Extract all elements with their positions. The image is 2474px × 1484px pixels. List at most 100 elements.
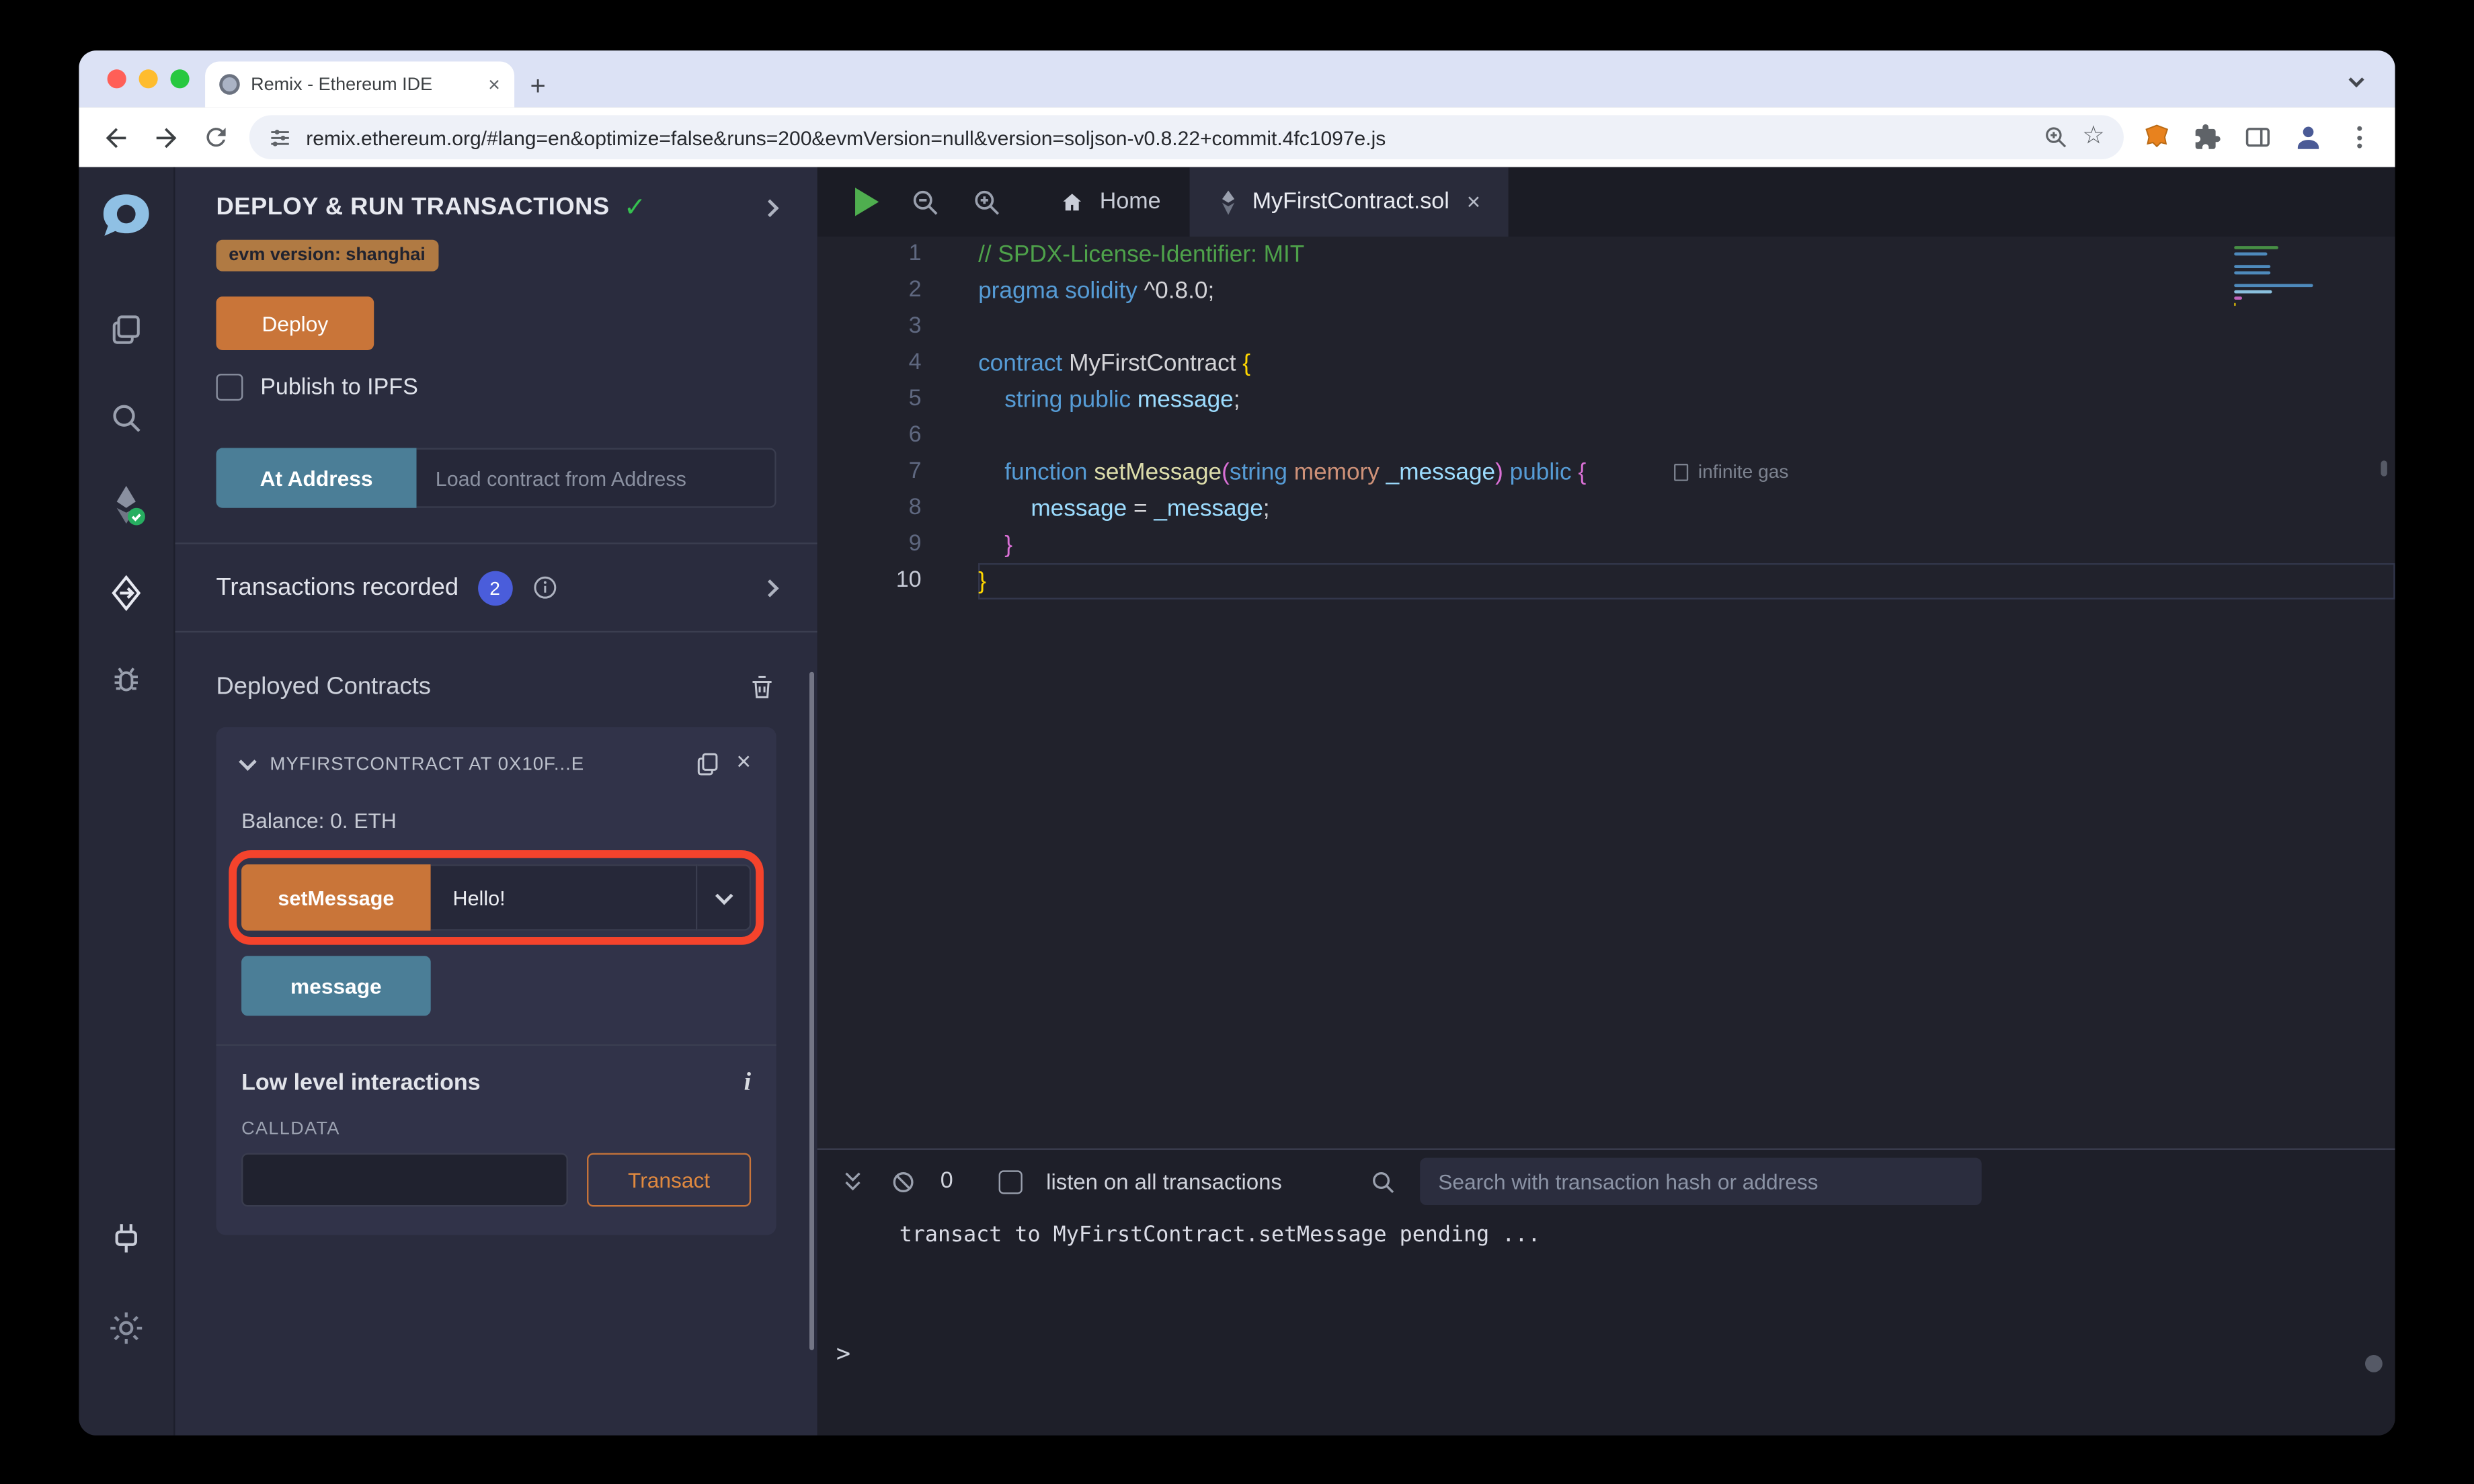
browser-tab[interactable]: Remix - Ethereum IDE × xyxy=(205,61,515,108)
gas-estimate-annotation[interactable]: infinite gas xyxy=(1674,454,1789,491)
set-message-input[interactable] xyxy=(430,864,698,931)
address-bar[interactable]: remix.ethereum.org/#lang=en&optimize=fal… xyxy=(249,115,2124,160)
tab-home-label: Home xyxy=(1099,189,1161,215)
transact-button[interactable]: Transact xyxy=(587,1153,752,1207)
trash-icon[interactable] xyxy=(748,673,776,702)
chevron-down-icon[interactable] xyxy=(239,752,257,770)
calldata-row: Transact xyxy=(241,1153,752,1207)
clear-console-icon[interactable] xyxy=(890,1168,917,1195)
contract-balance: Balance: 0. ETH xyxy=(241,809,397,833)
expand-arguments-button[interactable] xyxy=(697,864,752,931)
code-line[interactable]: 9 } xyxy=(817,527,2395,563)
code-line[interactable]: 3 xyxy=(817,309,2395,345)
minimap[interactable] xyxy=(2234,246,2322,306)
terminal-log-line[interactable]: transact to MyFirstContract.setMessage p… xyxy=(900,1223,2395,1248)
code-line[interactable]: 4 contract MyFirstContract { xyxy=(817,345,2395,382)
search-icon[interactable] xyxy=(109,401,144,436)
publish-ipfs-label: Publish to IPFS xyxy=(260,374,418,400)
debugger-bug-icon[interactable] xyxy=(109,663,144,698)
site-settings-icon[interactable] xyxy=(268,126,292,149)
terminal: 0 listen on all transactions transact to… xyxy=(817,1148,2395,1436)
code-line[interactable]: 1// SPDX-License-Identifier: MIT xyxy=(817,237,2395,273)
at-address-input[interactable] xyxy=(416,448,776,508)
back-button[interactable] xyxy=(98,120,133,155)
metamask-icon[interactable] xyxy=(2139,120,2174,155)
publish-ipfs-checkbox[interactable] xyxy=(216,374,243,401)
evm-version-badge: evm version: shanghai xyxy=(216,239,438,272)
chevron-right-icon[interactable] xyxy=(761,199,779,218)
code-line[interactable]: 2 pragma solidity ^0.8.0; xyxy=(817,273,2395,309)
calldata-input[interactable] xyxy=(241,1153,568,1207)
terminal-search-input[interactable] xyxy=(1419,1157,1981,1206)
side-panel-icon[interactable] xyxy=(2241,120,2276,155)
tab-search-button[interactable] xyxy=(2338,65,2373,93)
collapse-terminal-icon[interactable] xyxy=(840,1168,867,1195)
terminal-prompt[interactable]: > xyxy=(836,1339,2395,1368)
solidity-file-icon xyxy=(1222,190,1234,214)
reload-button[interactable] xyxy=(199,120,234,155)
tab-close-icon[interactable]: × xyxy=(488,73,500,96)
at-address-button[interactable]: At Address xyxy=(216,448,417,508)
code-lines[interactable]: 1// SPDX-License-Identifier: MIT 2 pragma … xyxy=(817,237,2395,600)
panel-scrollbar[interactable] xyxy=(809,671,815,1350)
at-address-row: At Address xyxy=(216,448,776,508)
transactions-recorded-row[interactable]: Transactions recorded 2 xyxy=(175,544,817,633)
terminal-search-icon xyxy=(1369,1168,1396,1195)
code-line[interactable]: 7 function setMessage(string memory _mes… xyxy=(817,454,2395,491)
copy-icon[interactable] xyxy=(694,750,721,777)
code-editor[interactable]: 1// SPDX-License-Identifier: MIT 2 pragma … xyxy=(817,237,2395,1149)
editor-actions xyxy=(817,167,1031,237)
zoom-out-icon[interactable] xyxy=(910,187,941,217)
info-circle-icon[interactable] xyxy=(531,574,558,601)
close-icon[interactable]: × xyxy=(736,749,751,778)
forward-button[interactable] xyxy=(149,120,184,155)
tab-close-icon[interactable]: × xyxy=(1467,188,1481,215)
new-tab-button[interactable]: + xyxy=(530,73,546,99)
chevron-right-icon[interactable] xyxy=(761,578,779,597)
code-line[interactable]: 5 string public message; xyxy=(817,382,2395,418)
deployed-contract-card: MYFIRSTCONTRACT AT 0X10F...E × Balance: … xyxy=(216,727,776,1235)
plugin-manager-plug-icon[interactable] xyxy=(108,1221,145,1259)
bookmark-star-icon[interactable]: ☆ xyxy=(2082,124,2105,150)
terminal-scrollbar-thumb[interactable] xyxy=(2365,1354,2383,1372)
file-explorer-icon[interactable] xyxy=(108,313,145,349)
code-line[interactable]: 8 message = _message; xyxy=(817,491,2395,527)
window-close-button[interactable] xyxy=(107,69,126,89)
zoom-icon[interactable] xyxy=(2042,124,2068,150)
remix-app: DEPLOY & RUN TRANSACTIONS ✓ evm version:… xyxy=(79,167,2395,1436)
info-icon[interactable]: i xyxy=(744,1069,751,1098)
deploy-run-panel: DEPLOY & RUN TRANSACTIONS ✓ evm version:… xyxy=(173,167,817,1436)
editor-tab-bar: Home MyFirstContract.sol × xyxy=(817,167,2395,237)
pending-tx-count: 0 xyxy=(940,1169,953,1194)
set-message-button[interactable]: setMessage xyxy=(241,864,431,931)
profile-avatar-icon[interactable] xyxy=(2291,120,2326,155)
message-getter-button[interactable]: message xyxy=(241,956,431,1016)
tab-myfirstcontract[interactable]: MyFirstContract.sol × xyxy=(1189,167,1509,237)
contract-card-header[interactable]: MYFIRSTCONTRACT AT 0X10F...E × xyxy=(239,749,751,778)
solidity-compiler-icon[interactable] xyxy=(108,483,145,527)
run-script-play-icon[interactable] xyxy=(855,188,879,216)
window-controls xyxy=(107,69,190,89)
window-minimize-button[interactable] xyxy=(138,69,158,89)
deploy-run-icon[interactable] xyxy=(108,574,145,612)
divider xyxy=(216,1044,776,1046)
browser-menu-icon[interactable] xyxy=(2342,120,2377,155)
activity-bar xyxy=(79,167,174,1436)
browser-toolbar: remix.ethereum.org/#lang=en&optimize=fal… xyxy=(79,107,2395,167)
listen-transactions-label: listen on all transactions xyxy=(1046,1169,1282,1194)
window-zoom-button[interactable] xyxy=(170,69,190,89)
settings-gear-icon[interactable] xyxy=(108,1309,145,1347)
check-icon: ✓ xyxy=(623,192,647,222)
url-text[interactable]: remix.ethereum.org/#lang=en&optimize=fal… xyxy=(306,126,2028,149)
tab-home[interactable]: Home xyxy=(1031,167,1189,237)
zoom-in-icon[interactable] xyxy=(972,187,1002,217)
code-line[interactable]: 6 xyxy=(817,418,2395,454)
listen-transactions-checkbox[interactable] xyxy=(998,1169,1023,1194)
deploy-button[interactable]: Deploy xyxy=(216,296,374,351)
editor-column: Home MyFirstContract.sol × 1// SPDX-Lice… xyxy=(817,167,2395,1436)
extensions-puzzle-icon[interactable] xyxy=(2190,120,2225,155)
browser-tab-strip: Remix - Ethereum IDE × + xyxy=(79,50,2395,108)
editor-scrollbar-thumb[interactable] xyxy=(2381,460,2387,477)
low-level-title: Low level interactions xyxy=(241,1071,481,1097)
code-line[interactable]: 10} xyxy=(817,563,2395,600)
